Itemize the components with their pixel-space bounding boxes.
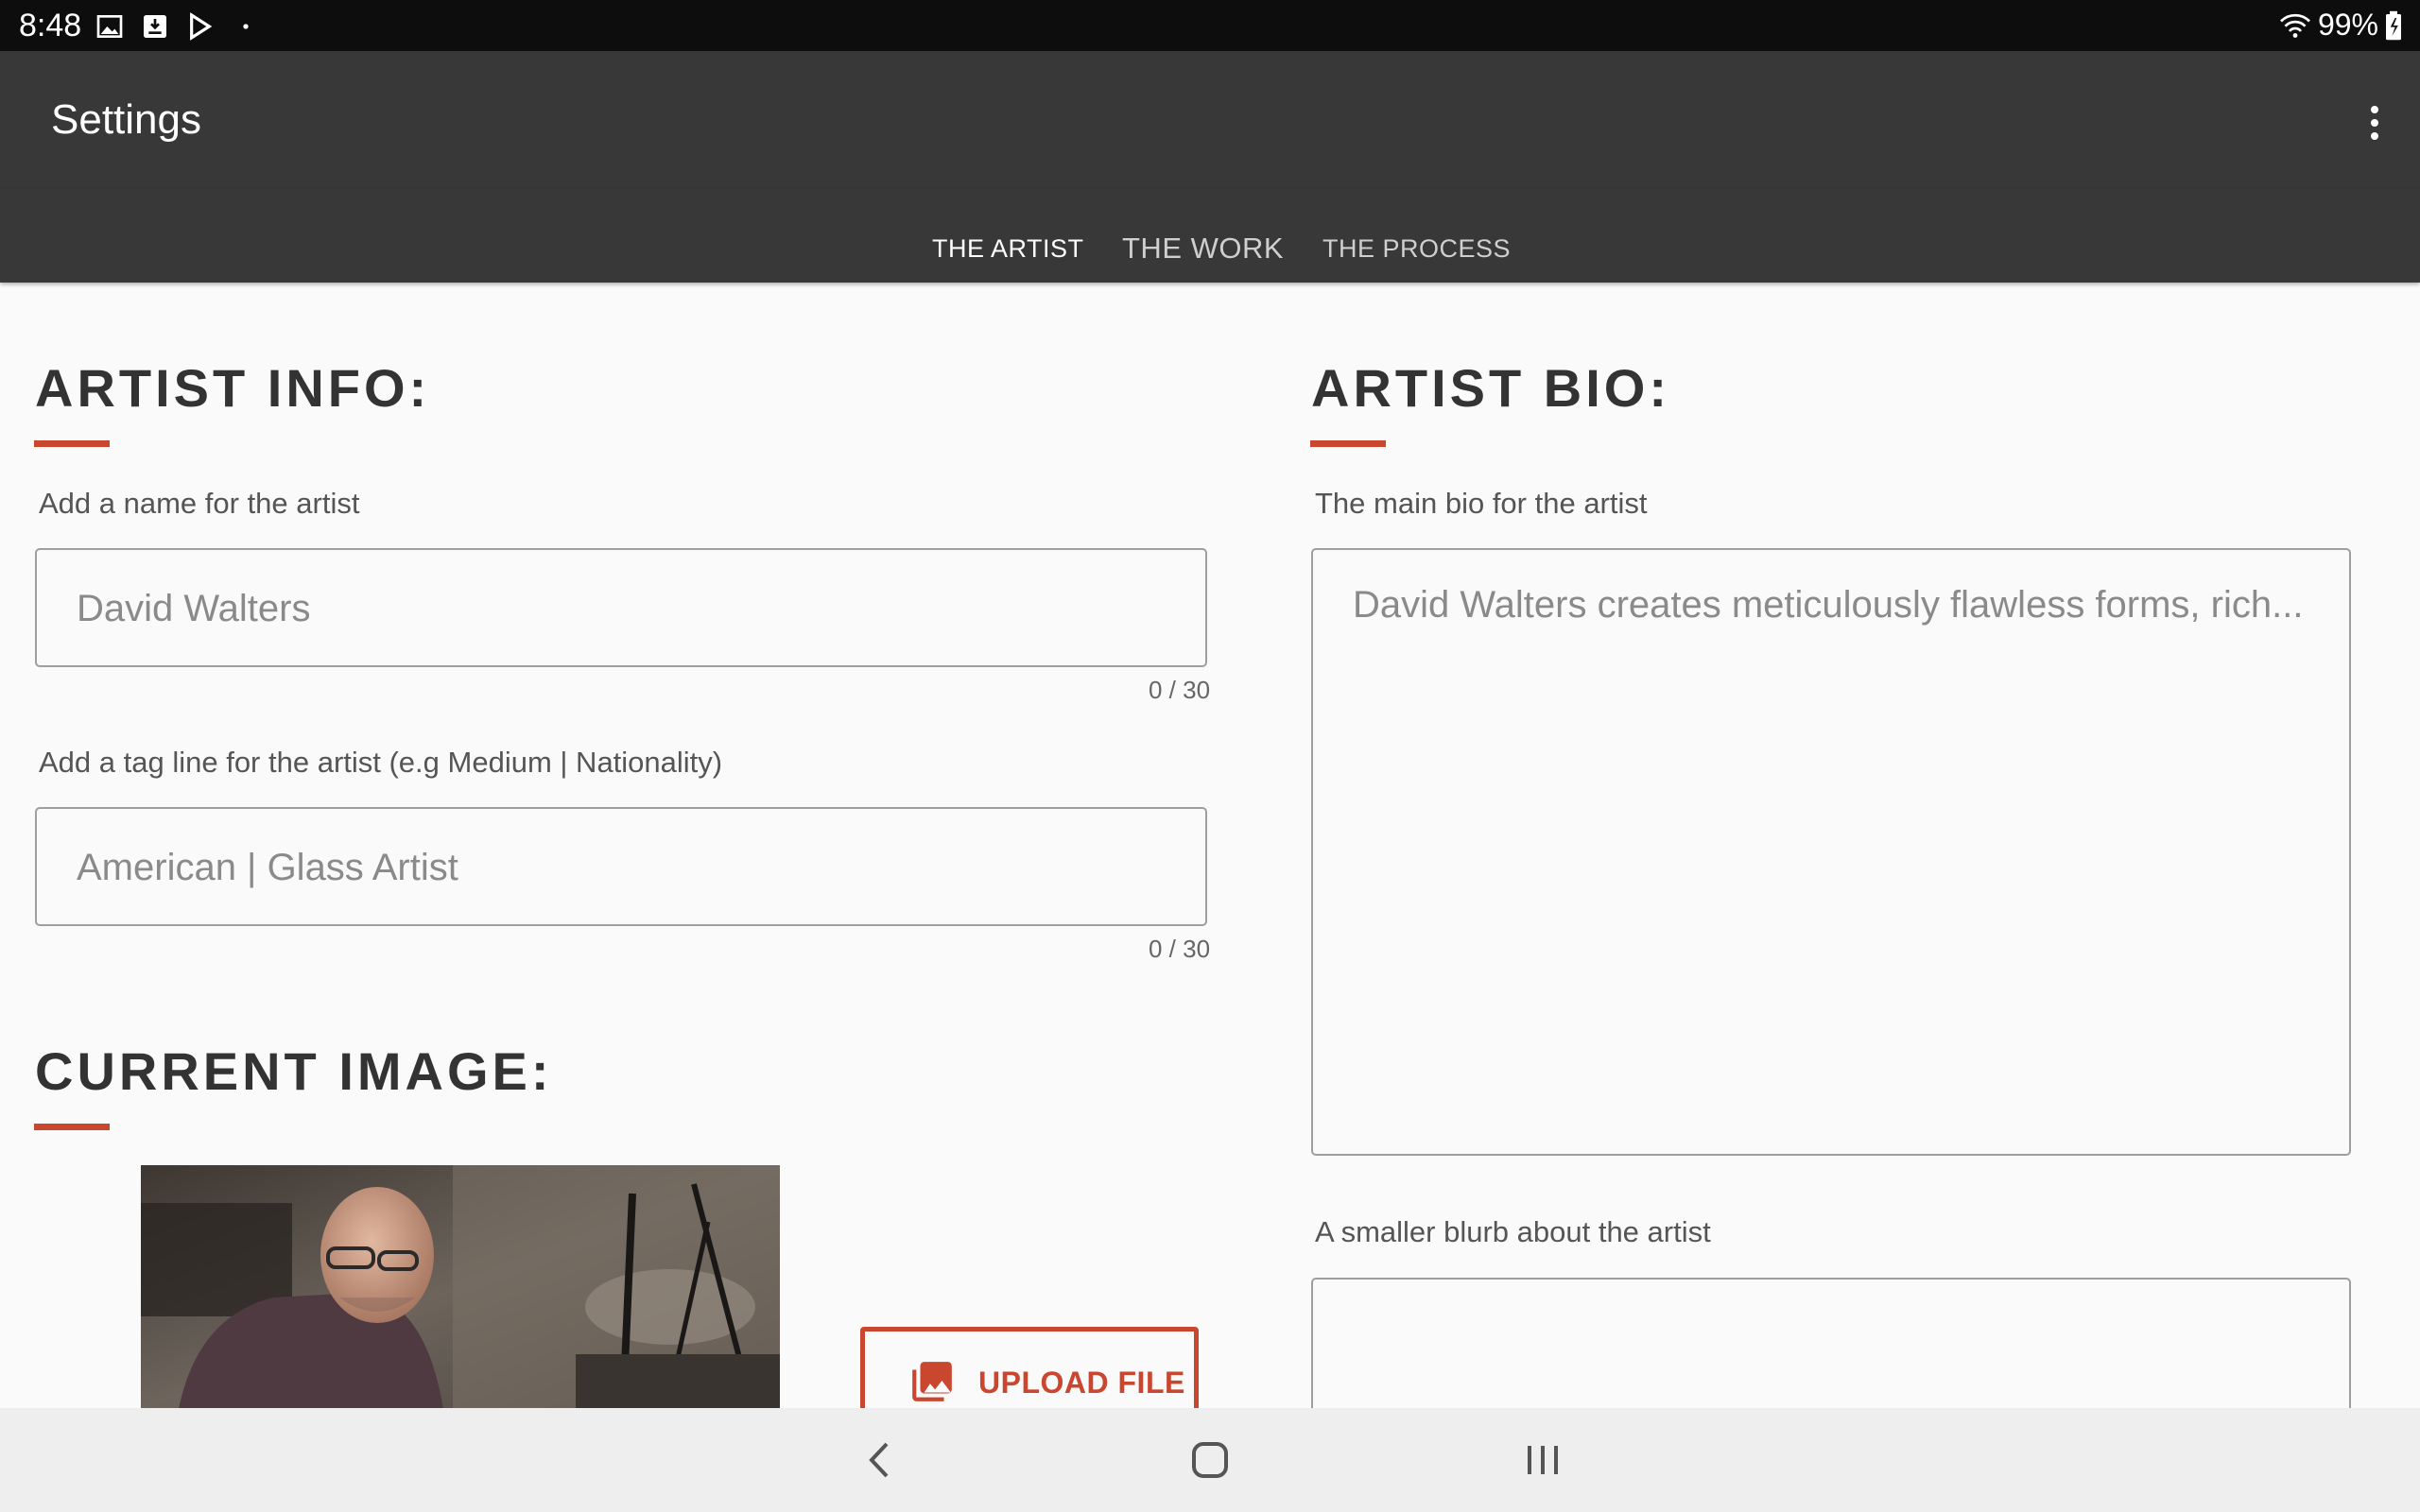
download-icon — [140, 11, 170, 42]
upload-file-label: UPLOAD FILE — [978, 1366, 1185, 1400]
artist-bio-underline — [1310, 440, 1386, 447]
artist-info-heading: ARTIST INFO: — [35, 358, 431, 418]
page-title: Settings — [51, 96, 201, 143]
current-image-heading: CURRENT IMAGE: — [35, 1041, 553, 1101]
back-icon[interactable] — [860, 1436, 898, 1488]
artist-photo — [141, 1165, 780, 1409]
app-bar: Settings — [0, 51, 2420, 189]
status-time: 8:48 — [19, 8, 82, 43]
home-icon[interactable] — [1189, 1436, 1231, 1488]
bio-field-label: The main bio for the artist — [1315, 487, 1648, 520]
image-icon — [95, 11, 125, 42]
play-store-icon — [185, 11, 216, 42]
battery-percent: 99% — [2317, 8, 2378, 42]
overflow-menu-icon[interactable] — [2348, 93, 2401, 153]
artist-tagline-value: American | Glass Artist — [77, 847, 458, 888]
notification-icons — [95, 11, 261, 42]
wifi-icon — [2278, 11, 2312, 40]
blurb-field-label: A smaller blurb about the artist — [1315, 1215, 1711, 1248]
current-image-underline — [34, 1124, 110, 1130]
status-bar: 8:48 99% — [0, 0, 2420, 51]
artist-tagline-field[interactable]: American | Glass Artist — [35, 807, 1207, 926]
image-upload-icon — [908, 1358, 956, 1410]
status-right: 99% — [2278, 8, 2403, 43]
artist-info-underline — [34, 440, 110, 447]
battery-icon — [2384, 10, 2403, 41]
artist-bio-value: David Walters creates meticulously flawl… — [1353, 584, 2304, 626]
artist-bio-heading: ARTIST BIO: — [1311, 358, 1670, 418]
tab-the-work[interactable]: THE WORK — [1122, 232, 1284, 266]
tab-the-process[interactable]: THE PROCESS — [1322, 234, 1511, 264]
artist-bio-field[interactable]: David Walters creates meticulously flawl… — [1311, 548, 2351, 1156]
tagline-char-counter: 0 / 30 — [1149, 935, 1211, 963]
recent-apps-icon[interactable] — [1522, 1436, 1564, 1488]
tab-bar: THE ARTIST THE WORK THE PROCESS — [0, 189, 2420, 283]
dot-icon — [231, 11, 261, 42]
artist-name-value: David Walters — [77, 588, 311, 629]
artist-name-field[interactable]: David Walters — [35, 548, 1207, 667]
tagline-field-label: Add a tag line for the artist (e.g Mediu… — [39, 746, 723, 779]
name-field-label: Add a name for the artist — [39, 487, 360, 520]
tab-the-artist[interactable]: THE ARTIST — [932, 234, 1084, 264]
navigation-bar — [0, 1408, 2420, 1512]
name-char-counter: 0 / 30 — [1149, 676, 1211, 704]
